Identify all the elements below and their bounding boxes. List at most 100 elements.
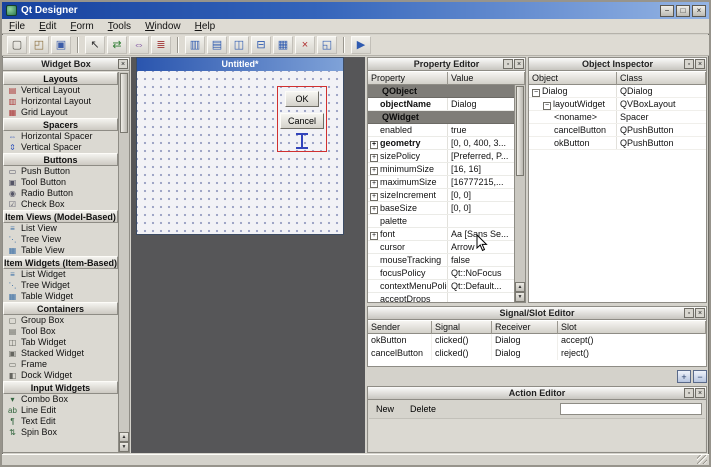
widget-push-button[interactable]: ▭Push Button: [3, 166, 118, 177]
widget-frame[interactable]: ▭Frame: [3, 359, 118, 370]
column-header-sender[interactable]: Sender: [368, 321, 432, 334]
category-input-widgets[interactable]: Input Widgets: [3, 381, 118, 394]
property-sizepolicy[interactable]: +sizePolicy[Preferred, P...: [368, 150, 514, 163]
widget-table-view[interactable]: ▦Table View: [3, 245, 118, 256]
layout-splitter-vertical-button[interactable]: ⊟: [251, 36, 271, 54]
property-maximumsize[interactable]: +maximumSize[16777215,...: [368, 176, 514, 189]
column-header-signal[interactable]: Signal: [432, 321, 492, 334]
property-focuspolicy[interactable]: focusPolicyQt::NoFocus: [368, 267, 514, 280]
ok-button[interactable]: OK: [285, 91, 319, 107]
property-editor-scrollbar[interactable]: ▲ ▼: [514, 85, 525, 302]
widget-grid-layout[interactable]: ▦Grid Layout: [3, 107, 118, 118]
property-editor-titlebar[interactable]: Property Editor ▫ ×: [368, 58, 525, 71]
action-editor-close-button[interactable]: ×: [695, 388, 705, 398]
property-objectname[interactable]: objectNameDialog: [368, 98, 514, 111]
layout-grid-button[interactable]: ▦: [273, 36, 293, 54]
property-sizeincrement[interactable]: +sizeIncrement[0, 0]: [368, 189, 514, 202]
property-font[interactable]: +fontAa [Sans Se...: [368, 228, 514, 241]
property-acceptdrops[interactable]: acceptDrops: [368, 293, 514, 302]
category-buttons[interactable]: Buttons: [3, 153, 118, 166]
connection-row-1[interactable]: okButtonclicked()Dialogaccept(): [368, 334, 706, 347]
object-inspector-close-button[interactable]: ×: [695, 59, 705, 69]
property-mousetracking[interactable]: mouseTrackingfalse: [368, 254, 514, 267]
widget-list-view[interactable]: ≡List View: [3, 223, 118, 234]
category-item-views-model-based[interactable]: Item Views (Model-Based): [3, 210, 118, 223]
widget-tree-view[interactable]: ⋱Tree View: [3, 234, 118, 245]
preview-form-button[interactable]: ▶: [351, 36, 371, 54]
edit-tab-order-button[interactable]: ≣: [151, 36, 171, 54]
widget-group-box[interactable]: ▢Group Box: [3, 315, 118, 326]
add-connection-button[interactable]: +: [677, 370, 691, 383]
layout-vertical-button[interactable]: ▤: [207, 36, 227, 54]
category-spacers[interactable]: Spacers: [3, 118, 118, 131]
widget-radio-button[interactable]: ◉Radio Button: [3, 188, 118, 199]
category-containers[interactable]: Containers: [3, 302, 118, 315]
layout-splitter-horizontal-button[interactable]: ◫: [229, 36, 249, 54]
menu-file[interactable]: File: [2, 20, 32, 33]
form-window[interactable]: Untitled* OK Cancel: [136, 57, 344, 235]
signal-slot-float-button[interactable]: ▫: [684, 308, 694, 318]
menu-form[interactable]: Form: [63, 20, 100, 33]
object-layoutwidget[interactable]: −layoutWidgetQVBoxLayout: [529, 98, 706, 111]
cancel-button[interactable]: Cancel: [280, 113, 324, 129]
object-cancelbutton[interactable]: cancelButtonQPushButton: [529, 124, 706, 137]
edit-buddies-button[interactable]: ⇔: [129, 36, 149, 54]
property-geometry[interactable]: +geometry[0, 0, 400, 3...: [368, 137, 514, 150]
scroll-down-icon[interactable]: ▼: [515, 292, 525, 302]
action-editor-titlebar[interactable]: Action Editor ▫ ×: [368, 387, 706, 400]
column-header-property[interactable]: Property: [368, 72, 448, 85]
new-form-button[interactable]: ▢: [7, 36, 27, 54]
signal-slot-editor-titlebar[interactable]: Signal/Slot Editor ▫ ×: [368, 307, 706, 320]
widget-combo-box[interactable]: ▾Combo Box: [3, 394, 118, 405]
object-noname[interactable]: <noname>Spacer: [529, 111, 706, 124]
property-editor-float-button[interactable]: ▫: [503, 59, 513, 69]
menu-window[interactable]: Window: [138, 20, 188, 33]
column-header-slot[interactable]: Slot: [558, 321, 706, 334]
widget-stacked-widget[interactable]: ▣Stacked Widget: [3, 348, 118, 359]
expand-icon[interactable]: +: [370, 232, 378, 240]
widget-check-box[interactable]: ☑Check Box: [3, 199, 118, 210]
property-minimumsize[interactable]: +minimumSize[16, 16]: [368, 163, 514, 176]
widget-box-titlebar[interactable]: Widget Box ×: [3, 58, 129, 71]
expand-icon[interactable]: +: [370, 167, 378, 175]
widget-tab-widget[interactable]: ◫Tab Widget: [3, 337, 118, 348]
widget-spin-box[interactable]: ⇅Spin Box: [3, 427, 118, 438]
scroll-down-icon[interactable]: ▼: [119, 442, 129, 452]
delete-action-button[interactable]: Delete: [402, 404, 444, 414]
widget-text-edit[interactable]: ¶Text Edit: [3, 416, 118, 427]
form-canvas[interactable]: OK Cancel: [137, 71, 343, 234]
menu-help[interactable]: Help: [188, 20, 223, 33]
property-editor-close-button[interactable]: ×: [514, 59, 524, 69]
property-palette[interactable]: palette: [368, 215, 514, 228]
widget-table-widget[interactable]: ▦Table Widget: [3, 291, 118, 302]
expand-icon[interactable]: +: [370, 180, 378, 188]
form-titlebar[interactable]: Untitled*: [137, 58, 343, 71]
action-editor-float-button[interactable]: ▫: [684, 388, 694, 398]
widget-vertical-spacer[interactable]: ⇕Vertical Spacer: [3, 142, 118, 153]
layout-selection-outline[interactable]: OK Cancel: [277, 86, 327, 152]
vertical-spacer-indicator[interactable]: [296, 133, 308, 149]
remove-connection-button[interactable]: −: [693, 370, 707, 383]
minimize-button[interactable]: −: [660, 5, 674, 17]
property-basesize[interactable]: +baseSize[0, 0]: [368, 202, 514, 215]
save-form-button[interactable]: ▣: [51, 36, 71, 54]
break-layout-button[interactable]: ×: [295, 36, 315, 54]
property-enabled[interactable]: enabledtrue: [368, 124, 514, 137]
signal-slot-close-button[interactable]: ×: [695, 308, 705, 318]
widget-horizontal-spacer[interactable]: ⇔Horizontal Spacer: [3, 131, 118, 142]
category-layouts[interactable]: Layouts: [3, 72, 118, 85]
collapse-icon[interactable]: −: [543, 102, 551, 110]
object-dialog[interactable]: −DialogQDialog: [529, 85, 706, 98]
column-header-receiver[interactable]: Receiver: [492, 321, 558, 334]
widget-list-widget[interactable]: ≡List Widget: [3, 269, 118, 280]
expand-icon[interactable]: +: [370, 193, 378, 201]
property-editor-scrollbar-thumb[interactable]: [516, 86, 524, 176]
widget-line-edit[interactable]: abLine Edit: [3, 405, 118, 416]
expand-icon[interactable]: +: [370, 206, 378, 214]
widget-tool-box[interactable]: ▤Tool Box: [3, 326, 118, 337]
collapse-icon[interactable]: −: [532, 89, 540, 97]
object-inspector-float-button[interactable]: ▫: [684, 59, 694, 69]
widget-tool-button[interactable]: ▣Tool Button: [3, 177, 118, 188]
widget-vertical-layout[interactable]: ▤Vertical Layout: [3, 85, 118, 96]
window-titlebar[interactable]: Qt Designer − □ ×: [2, 2, 709, 19]
